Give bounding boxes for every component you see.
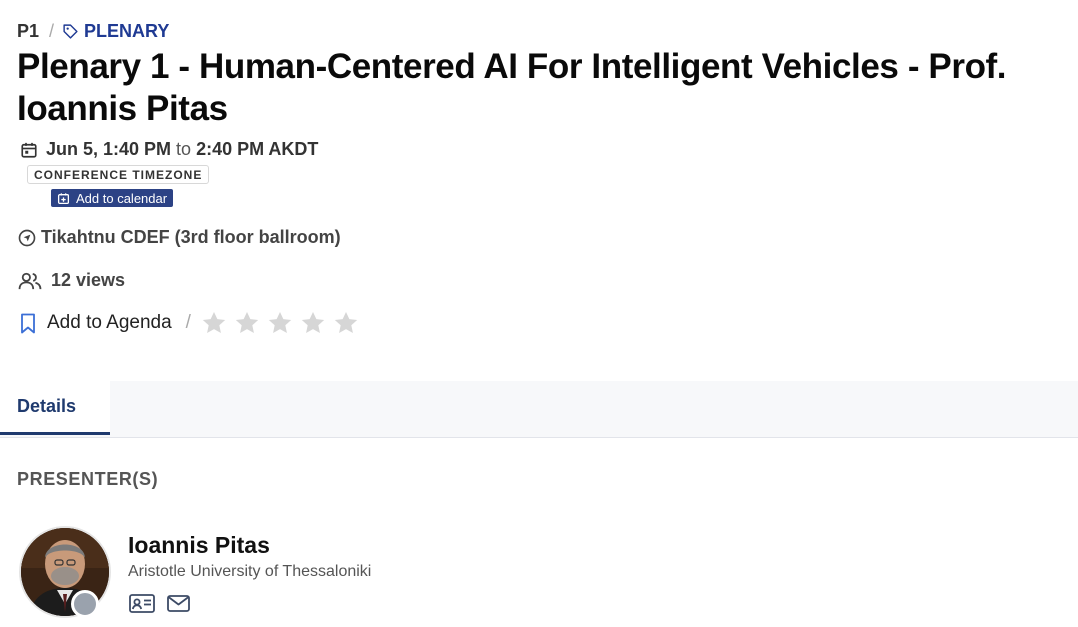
tab-bar: Details — [0, 381, 1078, 438]
agenda-separator: / — [185, 312, 191, 333]
add-to-calendar-label: Add to calendar — [76, 190, 168, 206]
calendar-icon — [20, 141, 46, 159]
presenter-actions — [129, 594, 202, 613]
tag-icon — [62, 23, 84, 40]
breadcrumb-separator: / — [49, 21, 55, 41]
users-icon — [18, 271, 51, 291]
session-code[interactable]: P1 — [17, 21, 39, 42]
envelope-icon[interactable] — [167, 595, 190, 612]
navigation-arrow-icon — [18, 229, 41, 247]
star-icon[interactable] — [333, 310, 359, 336]
breadcrumb: P1 / PLENARY — [17, 21, 169, 42]
star-icon[interactable] — [201, 310, 227, 336]
session-time: Jun 5, 1:40 PM to 2:40 PM AKDT — [20, 139, 318, 160]
track-tag-label: PLENARY — [84, 21, 170, 41]
star-icon[interactable] — [234, 310, 260, 336]
star-rating[interactable] — [201, 310, 366, 336]
location-label: Tikahtnu CDEF (3rd floor ballroom) — [41, 227, 341, 247]
add-to-agenda-button[interactable]: Add to Agenda — [20, 312, 172, 334]
bookmark-icon — [20, 313, 47, 334]
presenter-affiliation: Aristotle University of Thessaloniki — [128, 563, 372, 580]
presenter-name[interactable]: Ioannis Pitas — [128, 532, 270, 559]
status-dot — [71, 590, 99, 618]
add-to-agenda-label: Add to Agenda — [47, 312, 172, 333]
timezone-badge: CONFERENCE TIMEZONE — [27, 165, 210, 184]
star-icon[interactable] — [300, 310, 326, 336]
time-to-label: to — [176, 139, 192, 159]
track-tag-link[interactable]: PLENARY — [62, 21, 169, 42]
session-views: 12 views — [18, 270, 125, 291]
session-page: P1 / PLENARY Plenary 1 - Human-Centered … — [0, 0, 1078, 627]
star-icon[interactable] — [267, 310, 293, 336]
views-count: 12 views — [51, 270, 126, 290]
add-to-calendar-button[interactable]: Add to calendar — [51, 189, 174, 207]
agenda-rating-row: Add to Agenda / — [20, 310, 366, 336]
calendar-plus-icon — [57, 192, 76, 205]
tab-details[interactable]: Details — [0, 381, 110, 435]
id-card-icon[interactable] — [129, 594, 155, 613]
page-title: Plenary 1 - Human-Centered AI For Intell… — [17, 47, 1007, 128]
session-location: Tikahtnu CDEF (3rd floor ballroom) — [18, 227, 341, 248]
start-time: Jun 5, 1:40 PM — [46, 139, 172, 159]
presenters-heading: PRESENTER(S) — [17, 469, 159, 489]
end-time: 2:40 PM AKDT — [196, 139, 319, 159]
presenter-avatar[interactable] — [19, 526, 111, 618]
